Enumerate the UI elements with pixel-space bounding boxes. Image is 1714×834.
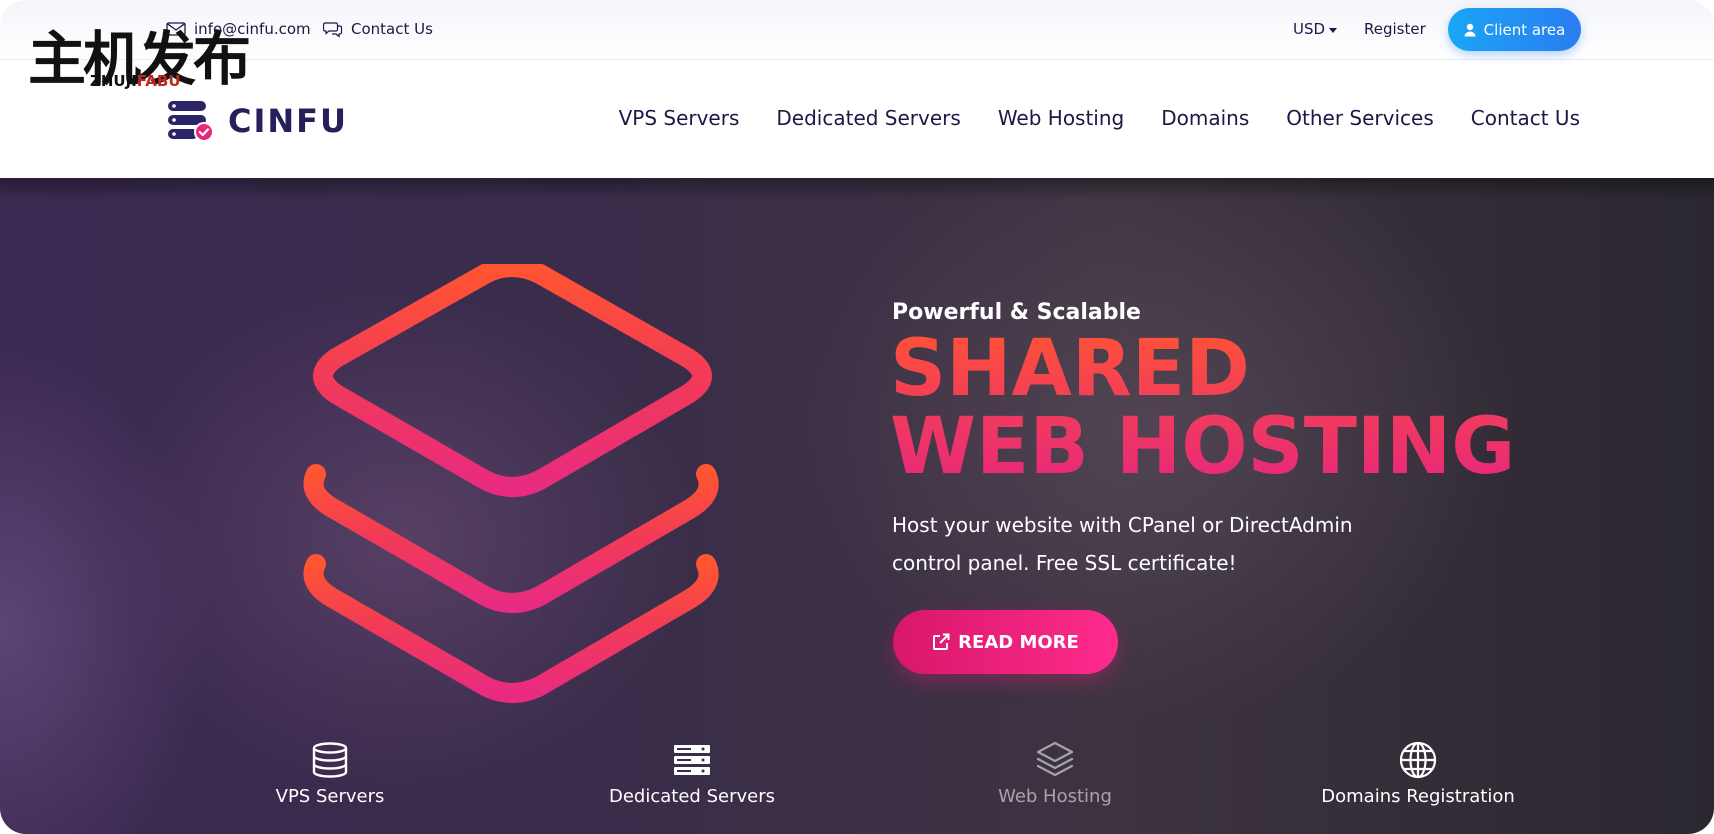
nav-vps-servers[interactable]: VPS Servers	[619, 106, 740, 130]
server-stack-logo-icon	[168, 101, 214, 142]
hero-section: Powerful & Scalable SHARED WEB HOSTING H…	[0, 178, 1714, 834]
layers-small-icon	[1036, 741, 1074, 777]
hero-top-shadow	[0, 178, 1714, 200]
brand-logo[interactable]: CINFU	[166, 100, 348, 142]
main-nav: VPS Servers Dedicated Servers Web Hostin…	[619, 106, 1580, 130]
layers-icon	[303, 264, 719, 703]
currency-value: USD	[1293, 20, 1326, 38]
watermark-sub-a: ZHUJI	[90, 72, 137, 90]
database-icon	[312, 742, 348, 778]
nav-other-services[interactable]: Other Services	[1286, 106, 1433, 130]
currency-select[interactable]: USD	[1293, 20, 1338, 38]
external-link-icon	[933, 633, 950, 650]
nav-domains[interactable]: Domains	[1161, 106, 1249, 130]
contact-link[interactable]: Contact Us	[323, 20, 433, 38]
watermark-sub-b: FABU	[136, 72, 181, 90]
hero-eyebrow: Powerful & Scalable	[892, 300, 1141, 325]
feature-domains-registration[interactable]: Domains Registration	[1298, 740, 1538, 807]
hero-description: Host your website with CPanel or DirectA…	[892, 513, 1353, 575]
contact-text: Contact Us	[351, 20, 433, 38]
client-area-label: Client area	[1483, 20, 1566, 39]
hero-title-line2: WEB HOSTING	[890, 402, 1516, 492]
caret-down-icon	[1329, 28, 1338, 33]
globe-icon	[1399, 741, 1437, 779]
nav-contact-us[interactable]: Contact Us	[1471, 106, 1580, 130]
chat-icon	[323, 22, 343, 38]
feature-web-hosting[interactable]: Web Hosting	[935, 740, 1175, 807]
client-area-button[interactable]: Client area	[1448, 8, 1581, 51]
watermark-logo: 主机发布 ZHUJIFABU	[28, 28, 251, 94]
hero-title-line1: SHARED	[890, 324, 1250, 414]
top-bar: info@cinfu.com Contact Us USD Register C…	[0, 0, 1714, 60]
feature-label: Web Hosting	[998, 786, 1112, 807]
feature-dedicated-servers[interactable]: Dedicated Servers	[572, 740, 812, 807]
hero-title: SHARED WEB HOSTING	[890, 330, 1515, 486]
nav-web-hosting[interactable]: Web Hosting	[998, 106, 1124, 130]
register-link[interactable]: Register	[1364, 20, 1426, 38]
read-more-label: READ MORE	[958, 631, 1079, 653]
feature-vps-servers[interactable]: VPS Servers	[210, 740, 450, 807]
nav-dedicated-servers[interactable]: Dedicated Servers	[776, 106, 960, 130]
read-more-button[interactable]: READ MORE	[893, 610, 1118, 674]
feature-label: Dedicated Servers	[609, 786, 775, 807]
user-icon	[1464, 23, 1476, 36]
page-frame: info@cinfu.com Contact Us USD Register C…	[0, 0, 1714, 834]
feature-label: VPS Servers	[275, 786, 385, 807]
watermark-sub-text: ZHUJIFABU	[90, 72, 181, 90]
feature-label: Domains Registration	[1321, 786, 1515, 807]
feature-links: VPS Servers Dedicated Servers Web Hostin…	[0, 740, 1714, 834]
brand-name: CINFU	[228, 102, 349, 140]
server-icon	[674, 745, 710, 775]
